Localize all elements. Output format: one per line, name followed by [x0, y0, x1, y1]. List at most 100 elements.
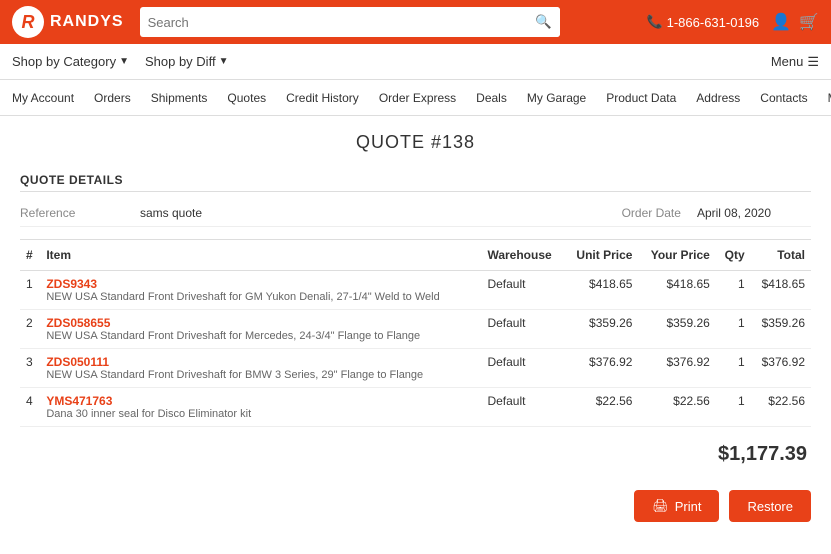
menu-icon: ☰ — [807, 54, 819, 70]
row-qty: 1 — [716, 349, 751, 388]
row-your-price: $22.56 — [638, 388, 715, 427]
nav-orders[interactable]: Orders — [94, 91, 131, 105]
row-warehouse: Default — [481, 349, 564, 388]
row-item: ZDS9343 NEW USA Standard Front Driveshaf… — [40, 271, 481, 310]
col-total: Total — [751, 240, 811, 271]
row-total: $359.26 — [751, 310, 811, 349]
search-input[interactable] — [140, 15, 527, 30]
table-header-row: # Item Warehouse Unit Price Your Price Q… — [20, 240, 811, 271]
header-right: 📞 1-866-631-0196 👤 🛒 — [646, 12, 819, 32]
restore-label: Restore — [747, 499, 793, 514]
nav-order-express[interactable]: Order Express — [379, 91, 456, 105]
col-qty: Qty — [716, 240, 751, 271]
table-row: 4 YMS471763 Dana 30 inner seal for Disco… — [20, 388, 811, 427]
item-desc: Dana 30 inner seal for Disco Eliminator … — [46, 408, 475, 420]
brand-name: RANDYS — [50, 13, 124, 31]
row-num: 4 — [20, 388, 40, 427]
header-icons: 👤 🛒 — [771, 12, 819, 32]
grand-total: $1,177.39 — [20, 443, 811, 466]
print-icon: 🖨 — [652, 498, 669, 514]
row-total: $418.65 — [751, 271, 811, 310]
menu-label: Menu — [771, 54, 804, 69]
row-warehouse: Default — [481, 310, 564, 349]
print-label: Print — [675, 499, 702, 514]
row-warehouse: Default — [481, 271, 564, 310]
col-warehouse: Warehouse — [481, 240, 564, 271]
col-unit-price: Unit Price — [564, 240, 638, 271]
col-num: # — [20, 240, 40, 271]
row-qty: 1 — [716, 388, 751, 427]
table-row: 3 ZDS050111 NEW USA Standard Front Drive… — [20, 349, 811, 388]
order-date-label: Order Date — [622, 206, 681, 220]
nav-contacts[interactable]: Contacts — [760, 91, 807, 105]
row-your-price: $376.92 — [638, 349, 715, 388]
top-nav: Shop by Category ▼ Shop by Diff ▼ Menu ☰ — [0, 44, 831, 80]
item-desc: NEW USA Standard Front Driveshaft for Me… — [46, 330, 475, 342]
logo-r-icon: R — [22, 12, 35, 33]
nav-my-garage[interactable]: My Garage — [527, 91, 586, 105]
order-date-value: April 08, 2020 — [697, 206, 771, 220]
row-item: YMS471763 Dana 30 inner seal for Disco E… — [40, 388, 481, 427]
item-desc: NEW USA Standard Front Driveshaft for GM… — [46, 291, 475, 303]
nav-quotes[interactable]: Quotes — [227, 91, 266, 105]
quote-details-header: QUOTE DETAILS — [20, 173, 811, 192]
nav-credit-history[interactable]: Credit History — [286, 91, 359, 105]
nav-my-cards[interactable]: My Cards — [828, 91, 831, 105]
item-code[interactable]: YMS471763 — [46, 394, 475, 408]
search-bar: 🔍 — [140, 7, 560, 37]
row-item: ZDS058655 NEW USA Standard Front Drivesh… — [40, 310, 481, 349]
restore-button[interactable]: Restore — [729, 490, 811, 522]
reference-value: sams quote — [140, 206, 202, 220]
nav-product-data[interactable]: Product Data — [606, 91, 676, 105]
phone-link[interactable]: 📞 1-866-631-0196 — [646, 14, 759, 30]
phone-number: 1-866-631-0196 — [667, 15, 760, 30]
item-desc: NEW USA Standard Front Driveshaft for BM… — [46, 369, 475, 381]
cart-icon[interactable]: 🛒 — [799, 12, 819, 32]
total-amount: $1,177.39 — [718, 443, 807, 465]
nav-my-account[interactable]: My Account — [12, 91, 74, 105]
category-arrow-icon: ▼ — [119, 56, 129, 67]
shop-by-category[interactable]: Shop by Category ▼ — [12, 54, 129, 69]
table-row: 2 ZDS058655 NEW USA Standard Front Drive… — [20, 310, 811, 349]
row-num: 1 — [20, 271, 40, 310]
nav-shipments[interactable]: Shipments — [151, 91, 208, 105]
col-item: Item — [40, 240, 481, 271]
items-table: # Item Warehouse Unit Price Your Price Q… — [20, 239, 811, 427]
row-total: $376.92 — [751, 349, 811, 388]
secondary-nav: My Account Orders Shipments Quotes Credi… — [0, 80, 831, 116]
row-num: 2 — [20, 310, 40, 349]
row-warehouse: Default — [481, 388, 564, 427]
search-button[interactable]: 🔍 — [527, 7, 560, 37]
item-code[interactable]: ZDS050111 — [46, 355, 475, 369]
menu-button[interactable]: Menu ☰ — [771, 54, 819, 70]
logo-circle: R — [12, 6, 44, 38]
nav-deals[interactable]: Deals — [476, 91, 507, 105]
table-row: 1 ZDS9343 NEW USA Standard Front Drivesh… — [20, 271, 811, 310]
row-total: $22.56 — [751, 388, 811, 427]
row-unit-price: $376.92 — [564, 349, 638, 388]
bottom-actions: 🖨 Print Restore — [20, 490, 811, 538]
nav-address[interactable]: Address — [696, 91, 740, 105]
reference-label: Reference — [20, 206, 140, 220]
row-unit-price: $22.56 — [564, 388, 638, 427]
logo[interactable]: R RANDYS — [12, 6, 124, 38]
quote-info-row: Reference sams quote Order Date April 08… — [20, 200, 811, 227]
phone-icon: 📞 — [646, 14, 662, 30]
row-item: ZDS050111 NEW USA Standard Front Drivesh… — [40, 349, 481, 388]
shop-by-diff-label: Shop by Diff — [145, 54, 216, 69]
account-icon[interactable]: 👤 — [771, 12, 791, 32]
row-your-price: $418.65 — [638, 271, 715, 310]
item-code[interactable]: ZDS058655 — [46, 316, 475, 330]
row-unit-price: $359.26 — [564, 310, 638, 349]
print-button[interactable]: 🖨 Print — [634, 490, 719, 522]
main-content: QUOTE #138 QUOTE DETAILS Reference sams … — [0, 116, 831, 554]
row-unit-price: $418.65 — [564, 271, 638, 310]
top-header: R RANDYS 🔍 📞 1-866-631-0196 👤 🛒 — [0, 0, 831, 44]
row-num: 3 — [20, 349, 40, 388]
item-code[interactable]: ZDS9343 — [46, 277, 475, 291]
row-your-price: $359.26 — [638, 310, 715, 349]
col-your-price: Your Price — [638, 240, 715, 271]
row-qty: 1 — [716, 310, 751, 349]
diff-arrow-icon: ▼ — [219, 56, 229, 67]
shop-by-diff[interactable]: Shop by Diff ▼ — [145, 54, 229, 69]
